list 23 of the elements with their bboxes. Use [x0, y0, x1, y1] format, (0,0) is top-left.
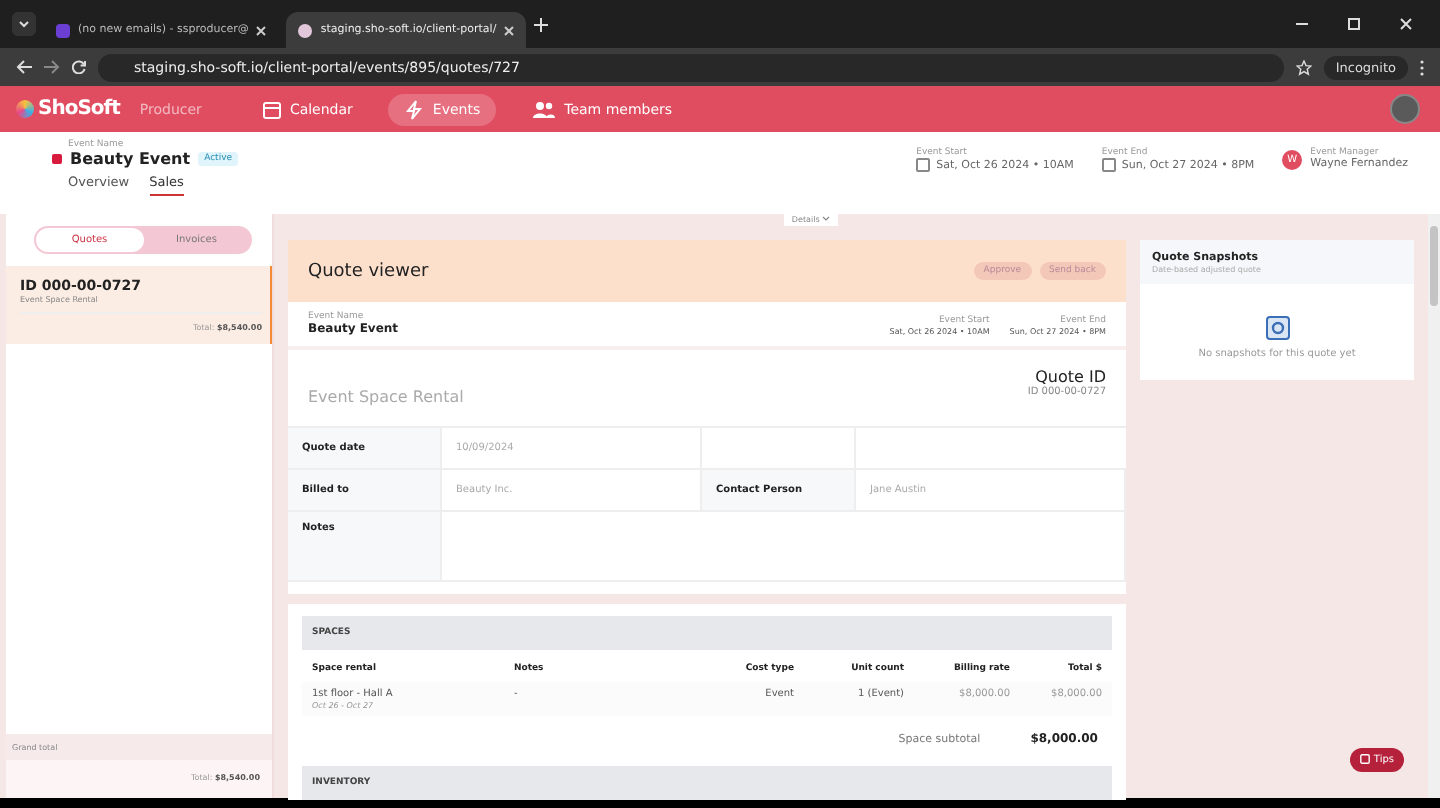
- brand-name[interactable]: ShoSoft: [38, 98, 120, 120]
- favicon-icon: [56, 23, 70, 37]
- scrollbar-thumb[interactable]: [1430, 226, 1438, 306]
- lightning-icon: [404, 99, 425, 119]
- reload-icon[interactable]: [72, 60, 86, 74]
- back-icon[interactable]: [16, 60, 32, 74]
- quote-id-label: Quote ID: [1035, 368, 1106, 386]
- quote-title: Event Space Rental: [308, 388, 464, 406]
- close-icon[interactable]: [256, 25, 267, 35]
- close-icon[interactable]: [1400, 18, 1412, 30]
- close-icon[interactable]: [504, 25, 515, 35]
- restore-icon[interactable]: [1348, 18, 1360, 30]
- plus-icon[interactable]: [534, 17, 549, 31]
- star-icon[interactable]: [1295, 59, 1312, 75]
- favicon-icon: [298, 23, 313, 37]
- people-icon: [532, 99, 557, 119]
- minimize-icon[interactable]: [1296, 18, 1308, 30]
- forward-icon[interactable]: [44, 60, 60, 74]
- event-title: Beauty Event: [70, 150, 191, 168]
- card-title: Quote viewer: [308, 261, 429, 281]
- empty-state-icon: [1265, 316, 1289, 340]
- logo-icon: [16, 100, 34, 118]
- caret-icon: [822, 216, 831, 223]
